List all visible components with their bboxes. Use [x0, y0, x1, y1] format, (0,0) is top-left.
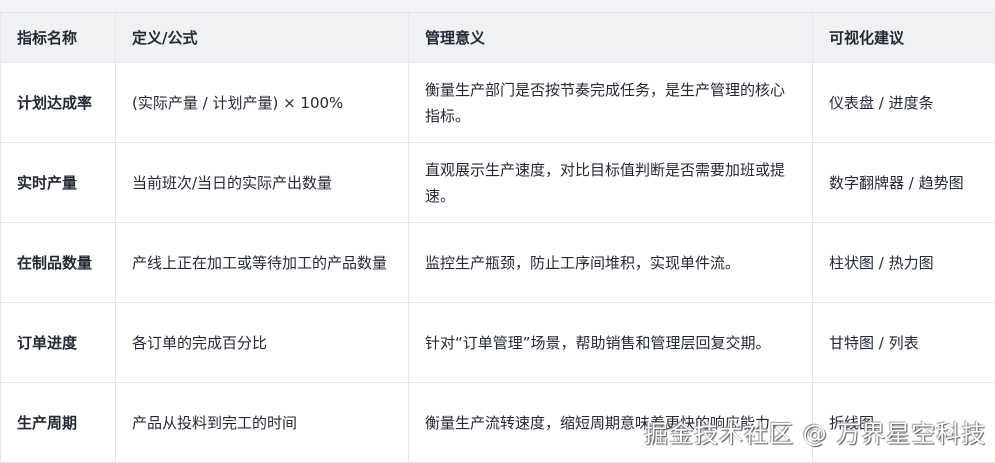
- table-row: 订单进度各订单的完成百分比针对“订单管理”场景，帮助销售和管理层回复交期。甘特图…: [1, 303, 995, 383]
- cell-visual: 甘特图 / 列表: [813, 303, 995, 383]
- watermark: 掘金技术社区 @ 万界星空科技: [644, 414, 986, 449]
- header-meaning: 管理意义: [409, 13, 813, 63]
- cell-name: 实时产量: [1, 143, 116, 223]
- cell-name: 计划达成率: [1, 63, 116, 143]
- cell-definition: 当前班次/当日的实际产出数量: [116, 143, 409, 223]
- cell-definition: 各订单的完成百分比: [116, 303, 409, 383]
- cell-definition: 产品从投料到完工的时间: [116, 383, 409, 463]
- table-header: 指标名称 定义/公式 管理意义 可视化建议: [1, 13, 995, 63]
- cell-name: 生产周期: [1, 383, 116, 463]
- table-row: 在制品数量产线上正在加工或等待加工的产品数量监控生产瓶颈，防止工序间堆积，实现单…: [1, 223, 995, 303]
- cell-name: 订单进度: [1, 303, 116, 383]
- cell-name: 在制品数量: [1, 223, 116, 303]
- table-row: 计划达成率(实际产量 / 计划产量) × 100%衡量生产部门是否按节奏完成任务…: [1, 63, 995, 143]
- metrics-table: 指标名称 定义/公式 管理意义 可视化建议 计划达成率(实际产量 / 计划产量)…: [0, 12, 995, 463]
- header-definition: 定义/公式: [116, 13, 409, 63]
- cell-definition: 产线上正在加工或等待加工的产品数量: [116, 223, 409, 303]
- cell-meaning: 监控生产瓶颈，防止工序间堆积，实现单件流。: [409, 223, 813, 303]
- cell-visual: 柱状图 / 热力图: [813, 223, 995, 303]
- cell-visual: 仪表盘 / 进度条: [813, 63, 995, 143]
- cell-visual: 数字翻牌器 / 趋势图: [813, 143, 995, 223]
- cell-meaning: 直观展示生产速度，对比目标值判断是否需要加班或提速。: [409, 143, 813, 223]
- cell-meaning: 衡量生产部门是否按节奏完成任务，是生产管理的核心指标。: [409, 63, 813, 143]
- cell-definition: (实际产量 / 计划产量) × 100%: [116, 63, 409, 143]
- header-visual: 可视化建议: [813, 13, 995, 63]
- table-row: 实时产量当前班次/当日的实际产出数量直观展示生产速度，对比目标值判断是否需要加班…: [1, 143, 995, 223]
- header-name: 指标名称: [1, 13, 116, 63]
- cell-meaning: 针对“订单管理”场景，帮助销售和管理层回复交期。: [409, 303, 813, 383]
